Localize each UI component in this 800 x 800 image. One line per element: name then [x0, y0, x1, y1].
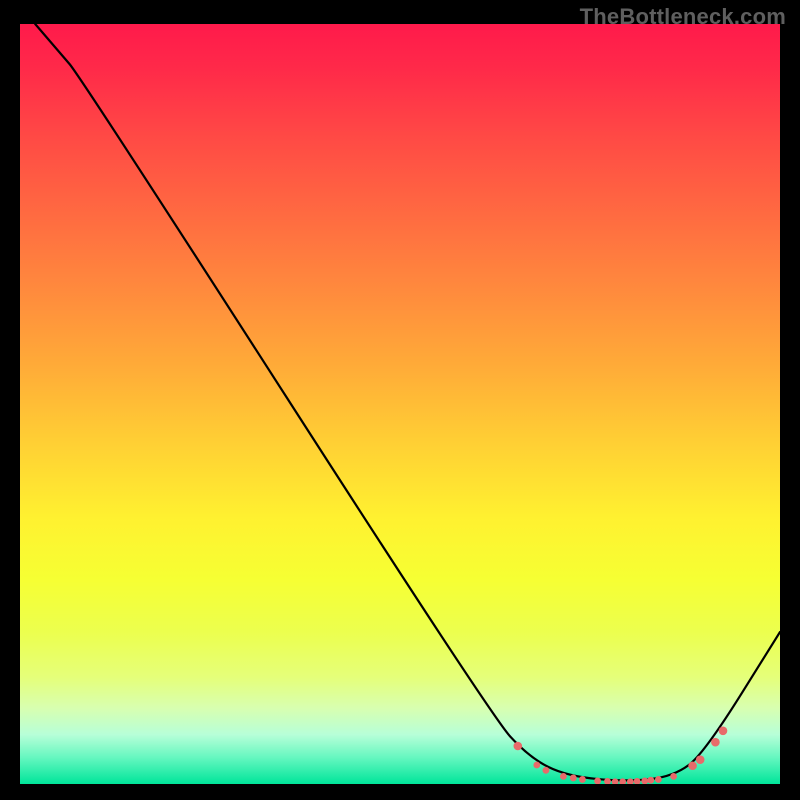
- data-marker: [719, 727, 728, 736]
- data-marker: [560, 773, 567, 780]
- data-marker: [688, 761, 697, 770]
- data-marker: [543, 767, 550, 774]
- data-marker: [579, 776, 586, 783]
- data-marker: [670, 773, 677, 780]
- data-marker: [655, 776, 662, 783]
- plot-background: [20, 24, 780, 784]
- data-marker: [696, 755, 705, 764]
- data-marker: [514, 742, 523, 751]
- data-marker: [570, 775, 577, 782]
- plot-svg: [20, 24, 780, 784]
- data-marker: [647, 777, 654, 784]
- chart-container: TheBottleneck.com: [0, 0, 800, 800]
- data-marker: [533, 762, 540, 769]
- data-marker: [711, 738, 720, 747]
